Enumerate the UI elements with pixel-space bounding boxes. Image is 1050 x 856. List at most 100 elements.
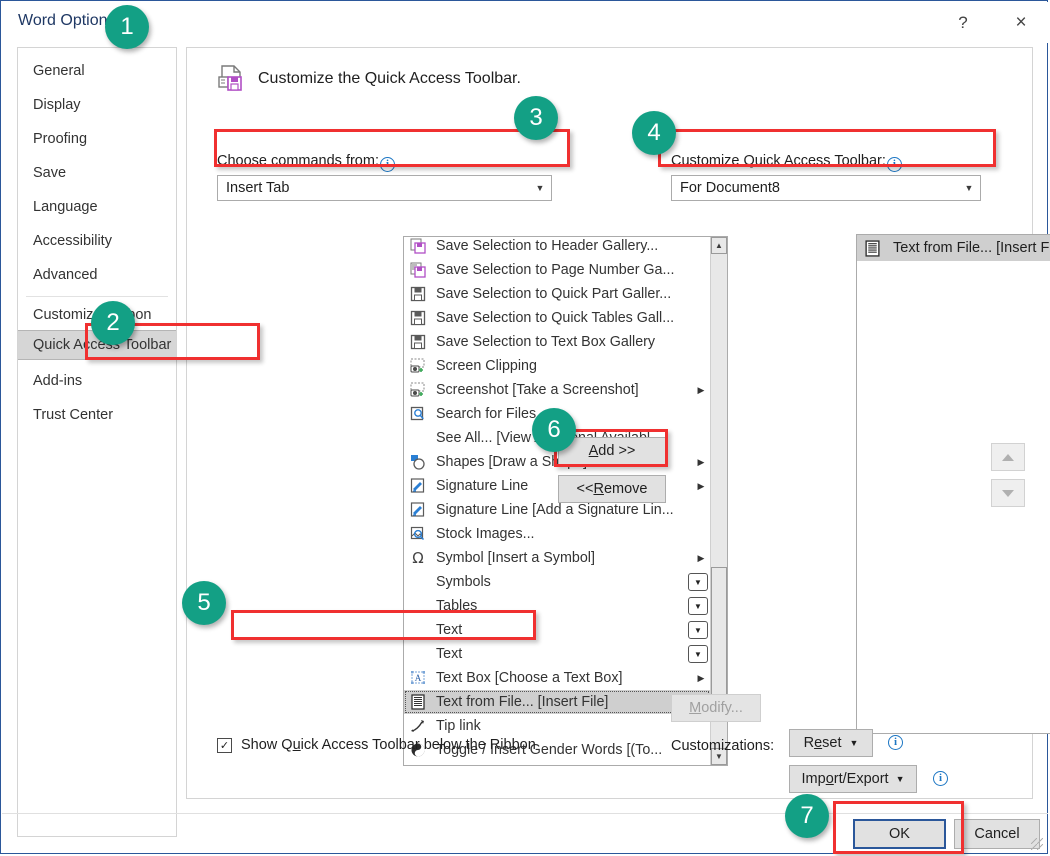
customize-qat-icon xyxy=(217,64,247,94)
info-icon-customize-qat[interactable]: i xyxy=(886,157,902,172)
list-item[interactable]: Ω Symbol [Insert a Symbol] ▶ xyxy=(404,546,710,570)
callout-badge-7: 7 xyxy=(785,794,829,838)
list-item[interactable]: Top of Page ▶ xyxy=(404,762,710,766)
callout-badge-3: 3 xyxy=(514,96,558,140)
list-item-label: Save Selection to Page Number Ga... xyxy=(436,262,675,278)
signature-line-icon xyxy=(408,477,428,495)
customizations-label: Customizations: xyxy=(671,738,775,754)
list-item[interactable]: Save Selection to Header Gallery... xyxy=(404,237,710,258)
panel-heading-text: Customize the Quick Access Toolbar. xyxy=(258,70,521,87)
cancel-button[interactable]: Cancel xyxy=(954,819,1040,849)
reset-button[interactable]: Re set ▼ xyxy=(789,729,873,757)
callout-badge-4: 4 xyxy=(632,111,676,155)
sidebar-item-display[interactable]: Display xyxy=(18,90,176,120)
stock-images-icon xyxy=(408,525,428,543)
modify-button-label: odify... xyxy=(701,700,743,716)
list-item-label: Tip link xyxy=(436,718,481,734)
submenu-arrow-icon: ▶ xyxy=(697,672,705,683)
ok-button[interactable]: OK xyxy=(853,819,946,849)
list-item-label: Save Selection to Quick Tables Gall... xyxy=(436,310,675,326)
top-of-page-icon xyxy=(408,765,428,766)
show-qat-below-ribbon-row[interactable]: ✓ Show Quick Access Toolbar below the Ri… xyxy=(217,737,536,753)
move-up-button[interactable] xyxy=(991,443,1025,471)
sidebar-item-advanced[interactable]: Advanced xyxy=(18,260,176,290)
sidebar-item-general[interactable]: General xyxy=(18,56,176,86)
gallery-dropdown-icon[interactable]: ▼ xyxy=(688,573,708,591)
word-options-dialog: Word Options ? × General Display Proofin… xyxy=(0,0,1050,854)
text-from-file-icon xyxy=(408,693,428,711)
list-item[interactable]: Tables ▼ xyxy=(404,594,710,618)
info-icon-choose-commands[interactable]: i xyxy=(379,157,395,172)
list-item-label: Text xyxy=(436,622,463,638)
sidebar-item-save[interactable]: Save xyxy=(18,158,176,188)
info-icon-reset[interactable]: i xyxy=(888,735,903,750)
gallery-dropdown-icon[interactable]: ▼ xyxy=(688,645,708,663)
list-item-label: Save Selection to Text Box Gallery xyxy=(436,334,656,350)
import-export-before: Imp xyxy=(801,771,826,787)
reset-button-mnemonic: e xyxy=(814,735,823,751)
modify-button-mnemonic: M xyxy=(689,700,702,716)
submenu-arrow-icon: ▶ xyxy=(697,456,705,467)
submenu-arrow-icon: ▶ xyxy=(697,552,705,563)
chevron-down-icon: ▼ xyxy=(849,738,859,748)
import-export-button[interactable]: Imp o rt/Export ▼ xyxy=(789,765,917,793)
choose-commands-from-value: Insert Tab xyxy=(226,180,290,196)
choose-commands-from-dropdown[interactable]: Insert Tab ▼ xyxy=(217,175,552,201)
list-item-label: Symbols xyxy=(436,574,491,590)
resize-grip[interactable] xyxy=(1031,838,1043,850)
list-item[interactable]: Screen Clipping xyxy=(404,354,710,378)
add-button[interactable]: Add >> xyxy=(558,437,666,465)
list-item-selected-text-from-file[interactable]: Text from File... [Insert File] xyxy=(404,690,710,714)
list-item-label: Save Selection to Header Gallery... xyxy=(436,238,659,254)
list-item[interactable]: Screenshot [Take a Screenshot] ▶ xyxy=(404,378,710,402)
info-icon-import-export[interactable]: i xyxy=(933,771,948,786)
list-item[interactable]: Symbols ▼ xyxy=(404,570,710,594)
sidebar-item-add-ins[interactable]: Add-ins xyxy=(18,366,176,396)
chevron-down-icon: ▼ xyxy=(535,183,545,193)
list-item[interactable]: Save Selection to Page Number Ga... xyxy=(404,258,710,282)
list-item[interactable]: Save Selection to Quick Part Galler... xyxy=(404,282,710,306)
sidebar-divider xyxy=(26,296,168,297)
list-item-label: Text Box [Choose a Text Box] xyxy=(436,670,623,686)
list-item[interactable]: Save Selection to Quick Tables Gall... xyxy=(404,306,710,330)
customize-qat-dropdown[interactable]: For Document8 ▼ xyxy=(671,175,981,201)
submenu-arrow-icon: ▶ xyxy=(697,384,705,395)
close-icon[interactable]: × xyxy=(998,3,1044,43)
tip-link-icon xyxy=(408,717,428,735)
callout-badge-1: 1 xyxy=(105,5,149,49)
list-item[interactable]: Tip link xyxy=(404,714,710,738)
list-item[interactable]: Text ▼ xyxy=(404,618,710,642)
modify-button[interactable]: Modify... xyxy=(671,694,761,722)
list-item[interactable]: A Text Box [Choose a Text Box] ▶ xyxy=(404,666,710,690)
remove-button-prefix: << xyxy=(576,481,594,497)
screen-clipping-icon xyxy=(408,357,428,375)
sidebar-item-language[interactable]: Language xyxy=(18,192,176,222)
remove-button[interactable]: << Remove xyxy=(558,475,666,503)
panel-heading: Customize the Quick Access Toolbar. xyxy=(217,64,521,94)
help-button[interactable]: ? xyxy=(940,3,986,43)
save-gallery-icon xyxy=(408,237,428,255)
list-item[interactable]: Save Selection to Text Box Gallery xyxy=(404,330,710,354)
save-page-number-icon xyxy=(408,261,428,279)
sidebar-item-accessibility[interactable]: Accessibility xyxy=(18,226,176,256)
list-item-label: Tables xyxy=(436,598,478,614)
title-bar: Word Options ? × xyxy=(2,2,1048,43)
search-files-icon xyxy=(408,405,428,423)
move-down-button[interactable] xyxy=(991,479,1025,507)
remove-button-label: emove xyxy=(603,481,648,497)
commands-list-scrollbar[interactable]: ▲ ▼ xyxy=(710,237,727,765)
remove-button-mnemonic: R xyxy=(593,481,604,497)
omega-symbol-icon: Ω xyxy=(412,549,424,567)
list-item[interactable]: Stock Images... xyxy=(404,522,710,546)
gallery-dropdown-icon[interactable]: ▼ xyxy=(688,597,708,615)
gallery-dropdown-icon[interactable]: ▼ xyxy=(688,621,708,639)
scroll-up-arrow-icon[interactable]: ▲ xyxy=(711,237,727,254)
sidebar-item-trust-center[interactable]: Trust Center xyxy=(18,400,176,430)
sidebar-item-proofing[interactable]: Proofing xyxy=(18,124,176,154)
list-item-label: Symbol [Insert a Symbol] xyxy=(436,550,595,566)
list-item-label: Signature Line [Add a Signature Lin... xyxy=(436,502,674,518)
qat-list-item-selected[interactable]: Text from File... [Insert File] xyxy=(857,235,1050,261)
list-item[interactable]: Text ▼ xyxy=(404,642,710,666)
submenu-arrow-icon: ▶ xyxy=(697,480,705,491)
show-qat-below-ribbon-checkbox[interactable]: ✓ xyxy=(217,737,232,753)
